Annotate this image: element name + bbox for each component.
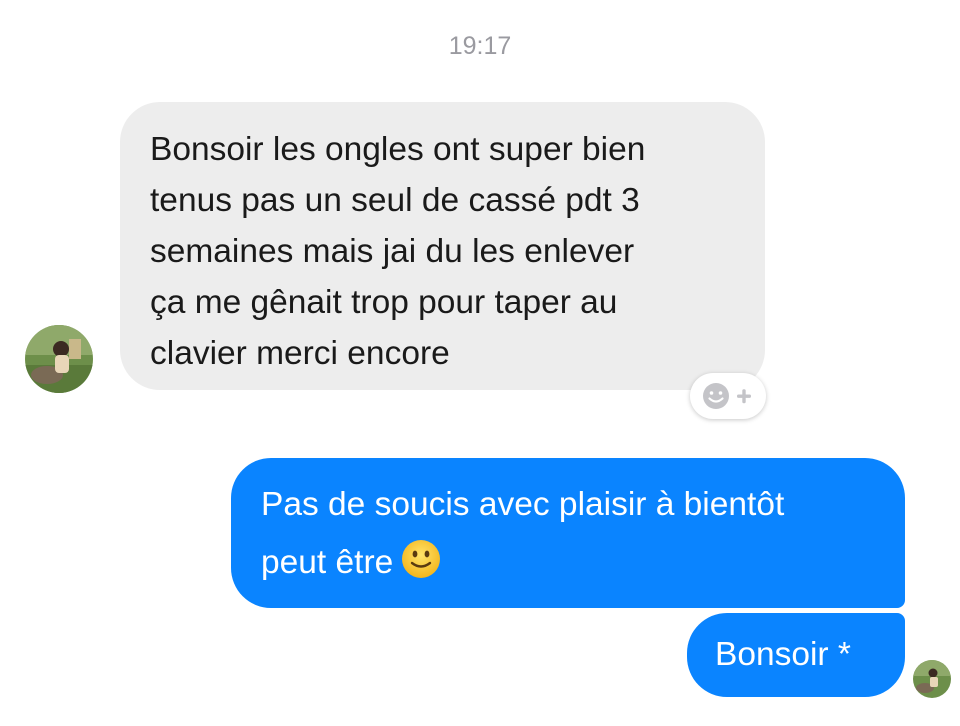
add-reaction-button[interactable] bbox=[690, 373, 766, 419]
contact-avatar-photo bbox=[25, 325, 93, 393]
outgoing-message-text: Pas de soucis avec plaisir à bientôt peu… bbox=[261, 486, 785, 581]
outgoing-message-bubble[interactable]: Bonsoir * bbox=[687, 613, 905, 697]
slightly-smiling-face-emoji bbox=[401, 539, 441, 579]
contact-avatar[interactable] bbox=[25, 325, 93, 393]
message-timestamp: 19:17 bbox=[448, 32, 512, 60]
incoming-message-bubble[interactable]: Bonsoir les ongles ont super bien tenus … bbox=[120, 102, 765, 390]
message-thread: 19:17 Bonsoir les ongles ont super bien … bbox=[0, 0, 960, 726]
add-reaction-icon bbox=[703, 383, 751, 409]
read-receipt-avatar bbox=[913, 660, 951, 698]
outgoing-message-bubble[interactable]: Pas de soucis avec plaisir à bientôt peu… bbox=[231, 458, 905, 608]
read-receipt-avatar-photo bbox=[913, 660, 951, 698]
